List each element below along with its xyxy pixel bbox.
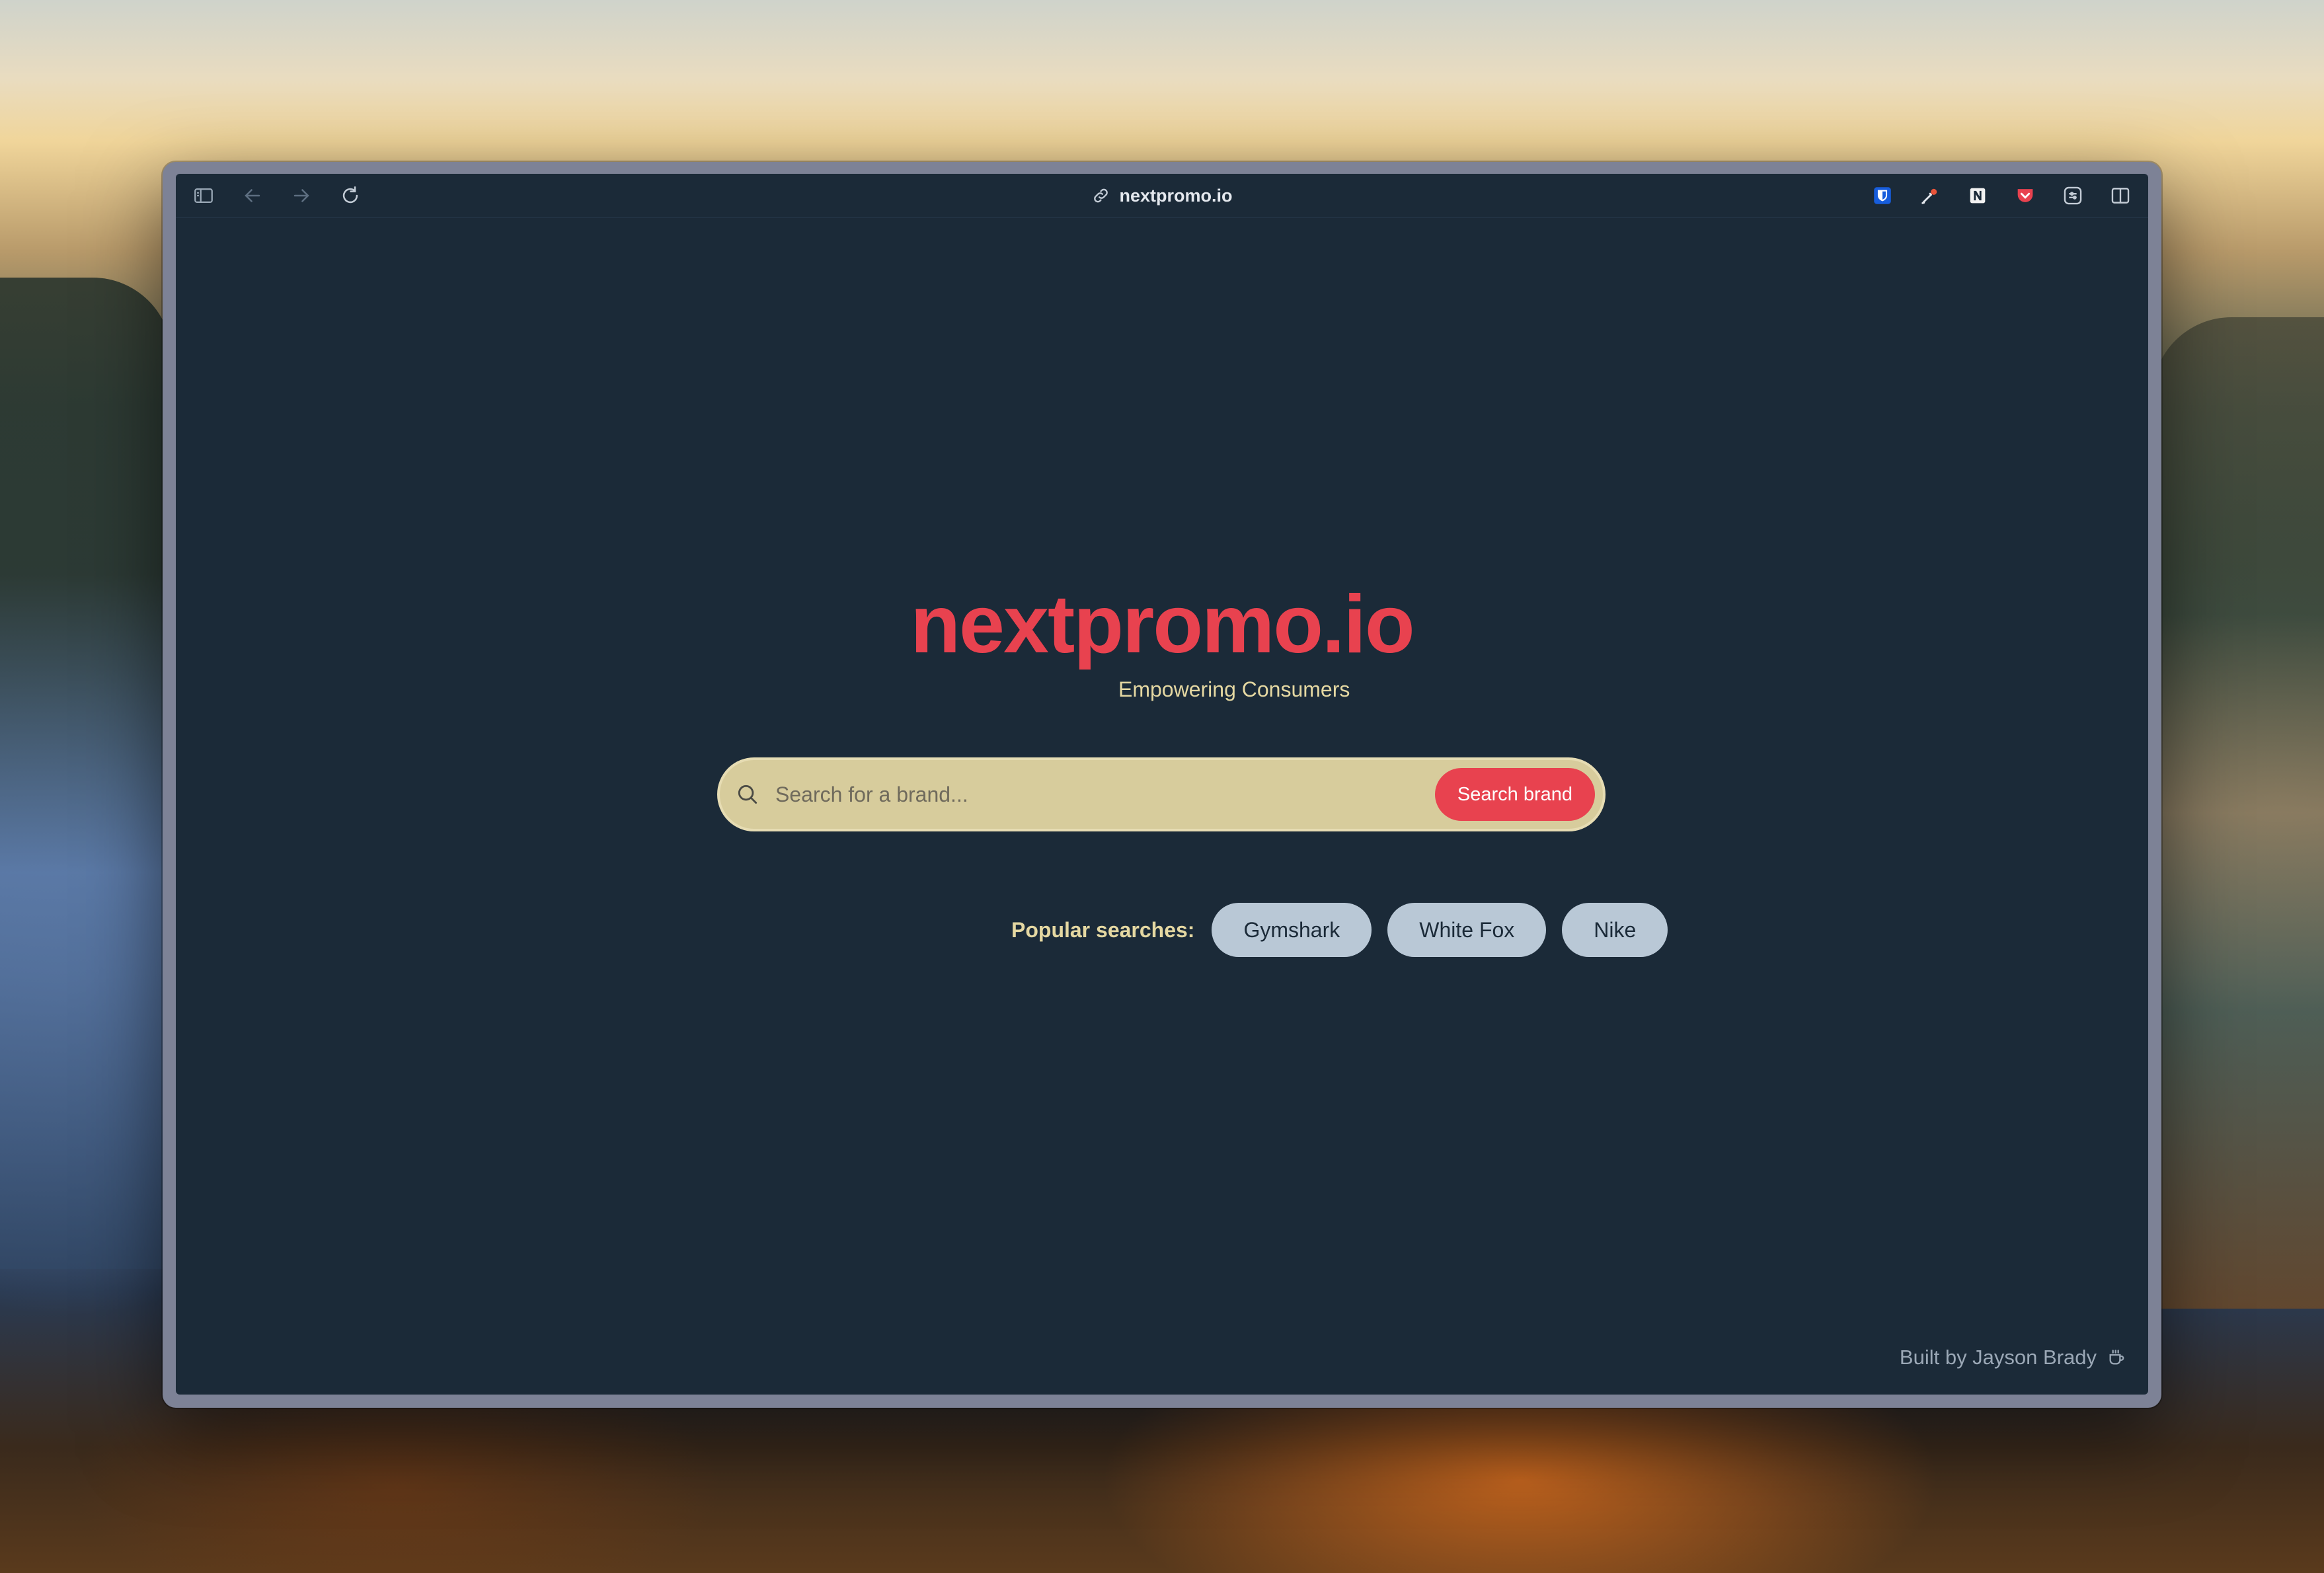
popular-search-chip[interactable]: White Fox xyxy=(1387,903,1547,957)
back-arrow-icon[interactable] xyxy=(239,182,266,209)
bitwarden-icon[interactable] xyxy=(1869,182,1896,209)
wallpaper-hill-left xyxy=(0,278,172,1269)
popular-search-chip[interactable]: Gymshark xyxy=(1212,903,1372,957)
popular-searches-label: Popular searches: xyxy=(1011,917,1195,942)
pocket-icon[interactable] xyxy=(2012,182,2038,209)
footer-credit[interactable]: Built by Jayson Brady xyxy=(1900,1346,2127,1369)
wallpaper-hill-right xyxy=(2152,317,2324,1309)
search-icon xyxy=(734,781,761,808)
forward-arrow-icon[interactable] xyxy=(288,182,315,209)
toolbar-left-group xyxy=(190,174,364,217)
popular-search-chip[interactable]: Nike xyxy=(1562,903,1668,957)
coffee-cup-icon xyxy=(2109,1350,2124,1365)
notion-icon[interactable] xyxy=(1964,182,1991,209)
browser-viewport: nextpromo.io nextpromo.io Empowering Con… xyxy=(176,174,2148,1395)
footer-text: Built by Jayson Brady xyxy=(1899,1346,2097,1369)
link-icon xyxy=(1094,188,1108,203)
toolbar-right-group xyxy=(1869,174,2134,217)
search-brand-button[interactable]: Search brand xyxy=(1434,768,1595,821)
search-input[interactable] xyxy=(774,771,1435,818)
hero-section: nextpromo.io Empowering Consumers xyxy=(176,579,2148,701)
reload-icon[interactable] xyxy=(337,182,364,209)
sidebar-icon[interactable] xyxy=(190,182,217,209)
tab-manager-icon[interactable] xyxy=(2060,182,2086,209)
color-picker-icon[interactable] xyxy=(1917,182,1943,209)
address-bar[interactable]: nextpromo.io xyxy=(1091,174,1233,217)
browser-toolbar: nextpromo.io xyxy=(176,174,2148,218)
page-title: nextpromo.io xyxy=(910,579,1414,670)
popular-searches: Popular searches: Gymshark White Fox Nik… xyxy=(1011,903,1668,957)
address-text: nextpromo.io xyxy=(1119,185,1233,206)
tagline: Empowering Consumers xyxy=(1118,677,1350,701)
search-bar: Search brand xyxy=(717,757,1606,831)
split-view-icon[interactable] xyxy=(2107,182,2134,209)
browser-window: nextpromo.io nextpromo.io Empowering Con… xyxy=(163,162,2161,1408)
